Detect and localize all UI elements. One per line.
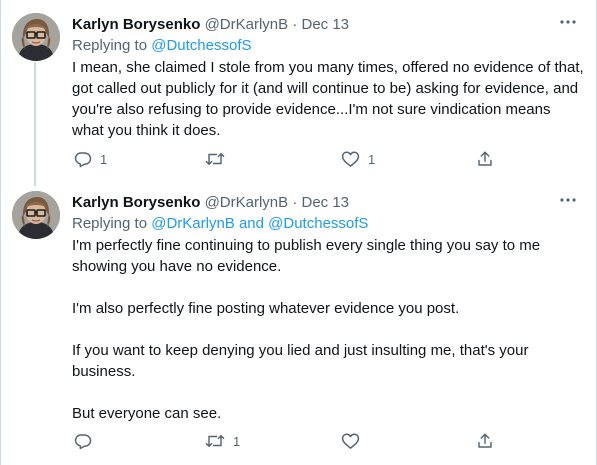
- reply-count: 1: [100, 151, 108, 167]
- replying-to-label: Replying to: [72, 215, 152, 232]
- replying-to-label: Replying to: [72, 37, 152, 54]
- retweet-count: 1: [233, 433, 241, 449]
- separator-dot: ·: [292, 16, 298, 33]
- tweet-content: Karlyn Borysenko @DrKarlynB · Dec 13 Rep…: [72, 193, 584, 424]
- tweet-paragraph: I'm perfectly fine continuing to publish…: [72, 237, 541, 275]
- tweet-header: Karlyn Borysenko @DrKarlynB · Dec 13: [72, 15, 584, 35]
- tweet-actions: 1 1: [72, 147, 502, 171]
- tweet-actions: 1: [72, 429, 502, 453]
- replying-to: Replying to @DrKarlynB and @DutchessofS: [72, 214, 584, 234]
- tweet-header: Karlyn Borysenko @DrKarlynB · Dec 13: [72, 193, 584, 213]
- separator-dot: ·: [292, 194, 298, 211]
- display-name[interactable]: Karlyn Borysenko: [72, 194, 200, 211]
- retweet-button[interactable]: 1: [205, 429, 240, 453]
- tweet-date[interactable]: Dec 13: [301, 16, 349, 33]
- share-button[interactable]: [476, 147, 494, 171]
- reply-button[interactable]: 1: [74, 147, 107, 171]
- tweet-date[interactable]: Dec 13: [301, 194, 349, 211]
- like-button[interactable]: [341, 429, 368, 453]
- retweet-icon: [205, 435, 225, 447]
- tweet-text: I'm perfectly fine continuing to publish…: [72, 235, 584, 424]
- share-icon: [478, 151, 492, 166]
- like-count: 1: [368, 151, 376, 167]
- reply-thread: Karlyn Borysenko @DrKarlynB · Dec 13 Rep…: [0, 0, 597, 465]
- tweet[interactable]: Karlyn Borysenko @DrKarlynB · Dec 13 Rep…: [1, 0, 596, 178]
- tweet-text: I mean, she claimed I stole from you man…: [72, 57, 584, 141]
- replying-to-mentions[interactable]: @DutchessofS: [151, 37, 251, 54]
- share-button[interactable]: [476, 429, 494, 453]
- tweet[interactable]: Karlyn Borysenko @DrKarlynB · Dec 13 Rep…: [1, 178, 596, 465]
- like-icon: [341, 433, 360, 449]
- user-handle[interactable]: @DrKarlynB: [205, 16, 289, 33]
- retweet-button[interactable]: [205, 147, 233, 171]
- replying-to: Replying to @DutchessofS: [72, 36, 584, 56]
- retweet-icon: [205, 153, 225, 165]
- display-name[interactable]: Karlyn Borysenko: [72, 16, 200, 33]
- tweet-paragraph: I'm also perfectly fine posting whatever…: [72, 300, 460, 317]
- user-handle[interactable]: @DrKarlynB: [205, 194, 289, 211]
- share-icon: [478, 433, 492, 448]
- like-button[interactable]: 1: [341, 147, 375, 171]
- tweet-paragraph: But everyone can see.: [72, 405, 222, 422]
- reply-icon: [74, 152, 92, 168]
- reply-button[interactable]: [74, 429, 100, 453]
- avatar[interactable]: [12, 13, 60, 61]
- replying-to-mentions[interactable]: @DrKarlynB and @DutchessofS: [151, 215, 368, 232]
- reply-icon: [74, 434, 92, 450]
- like-icon: [341, 151, 360, 167]
- tweet-paragraph: If you want to keep denying you lied and…: [72, 342, 529, 380]
- avatar[interactable]: [12, 191, 60, 239]
- tweet-content: Karlyn Borysenko @DrKarlynB · Dec 13 Rep…: [72, 15, 584, 141]
- tweet-paragraph: I mean, she claimed I stole from you man…: [72, 59, 584, 139]
